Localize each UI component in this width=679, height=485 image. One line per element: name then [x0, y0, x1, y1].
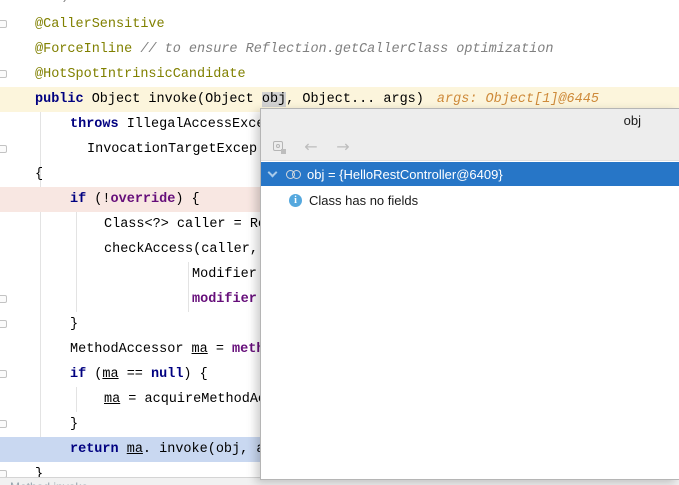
ide-debugger-screen: */ @CallerSensitive @ForceInline // to ens…: [0, 0, 679, 485]
code-token-pl: Modifier: [192, 267, 257, 282]
debugger-popup: obj obj = {HelloRestController@6409}: [260, 108, 679, 480]
code-line[interactable]: @HotSpotIntrinsicCandidate: [0, 62, 679, 87]
code-token-pl: ) {: [175, 192, 199, 207]
code-line[interactable]: @CallerSensitive: [0, 12, 679, 37]
back-arrow-icon: [304, 137, 317, 157]
code-token-pl: Object invoke(Object: [84, 92, 262, 107]
inspect-button[interactable]: [267, 137, 291, 157]
inspect-icon: [273, 141, 286, 154]
code-token-pl: ) {: [183, 367, 207, 382]
code-token-pl: IllegalAccessExce: [119, 117, 265, 132]
code-token-pl: (: [86, 367, 102, 382]
code-token-pl: =: [208, 342, 232, 357]
code-token-und: ma: [104, 392, 120, 407]
code-token-pl: . invoke(obj, ar: [143, 442, 273, 457]
fold-marker-icon[interactable]: [0, 70, 7, 78]
code-token-ann: @ForceInline: [35, 42, 132, 57]
code-token-pl: = acquireMethodAc: [120, 392, 266, 407]
fold-marker-icon[interactable]: [0, 20, 7, 28]
fold-marker-icon[interactable]: [0, 320, 7, 328]
code-token-pl: , Object... args): [286, 92, 424, 107]
fold-marker-icon[interactable]: [0, 295, 7, 303]
forward-button[interactable]: [331, 137, 355, 157]
code-token-pl: MethodAccessor: [70, 342, 192, 357]
code-token-com: */: [55, 0, 71, 7]
code-token-und: ma: [192, 342, 208, 357]
code-token-kw: if: [70, 367, 86, 382]
code-token-pl: Class<?> caller = Re: [104, 217, 266, 232]
code-token-ann: @CallerSensitive: [35, 17, 165, 32]
variable-value: obj = {HelloRestController@6409}: [307, 167, 503, 182]
code-token-pl: }: [70, 317, 78, 332]
code-token-kw: if: [70, 192, 86, 207]
popup-header: obj: [261, 109, 679, 161]
code-token-pl: {: [35, 167, 43, 182]
code-token-kw: public: [35, 92, 84, 107]
code-token-com: // to ensure Reflection.getCallerClass o…: [132, 42, 553, 57]
code-line[interactable]: @ForceInline // to ensure Reflection.get…: [0, 37, 679, 62]
chevron-down-icon[interactable]: [268, 168, 278, 178]
code-token-hint: args: Object[1]@6445: [437, 92, 599, 107]
code-token-pl: [119, 442, 127, 457]
code-token-pl: }: [70, 417, 78, 432]
fold-marker-icon[interactable]: [0, 420, 7, 428]
code-token-pl: ==: [119, 367, 151, 382]
back-button[interactable]: [299, 137, 323, 157]
code-token-kw: return: [70, 442, 119, 457]
code-line[interactable]: */: [0, 0, 679, 12]
code-token-ann: @HotSpotIntrinsicCandidate: [35, 67, 246, 82]
info-message: Class has no fields: [309, 193, 418, 208]
fold-marker-icon[interactable]: [0, 370, 7, 378]
code-token-selid: obj: [262, 92, 286, 107]
watch-icon: [286, 170, 301, 179]
code-token-kw: null: [151, 367, 183, 382]
code-token-kw: throws: [70, 117, 119, 132]
code-token-fld: override: [111, 192, 176, 207]
forward-arrow-icon: [336, 137, 349, 157]
code-token-pl: (!: [86, 192, 110, 207]
popup-title: obj: [624, 113, 641, 128]
code-token-und: ma: [102, 367, 118, 382]
code-token-pl: InvocationTargetExcep: [87, 142, 257, 157]
code-token-pl: checkAccess(caller,: [104, 242, 258, 257]
breadcrumb: Method.invoke: [10, 480, 679, 485]
code-token-fld: modifier: [192, 292, 257, 307]
fold-marker-icon[interactable]: [0, 145, 7, 153]
code-token-und: ma: [127, 442, 143, 457]
variable-row-obj[interactable]: obj = {HelloRestController@6409}: [261, 162, 679, 186]
info-icon: [289, 194, 302, 207]
info-row: Class has no fields: [261, 189, 679, 211]
popup-toolbar: [267, 135, 363, 159]
